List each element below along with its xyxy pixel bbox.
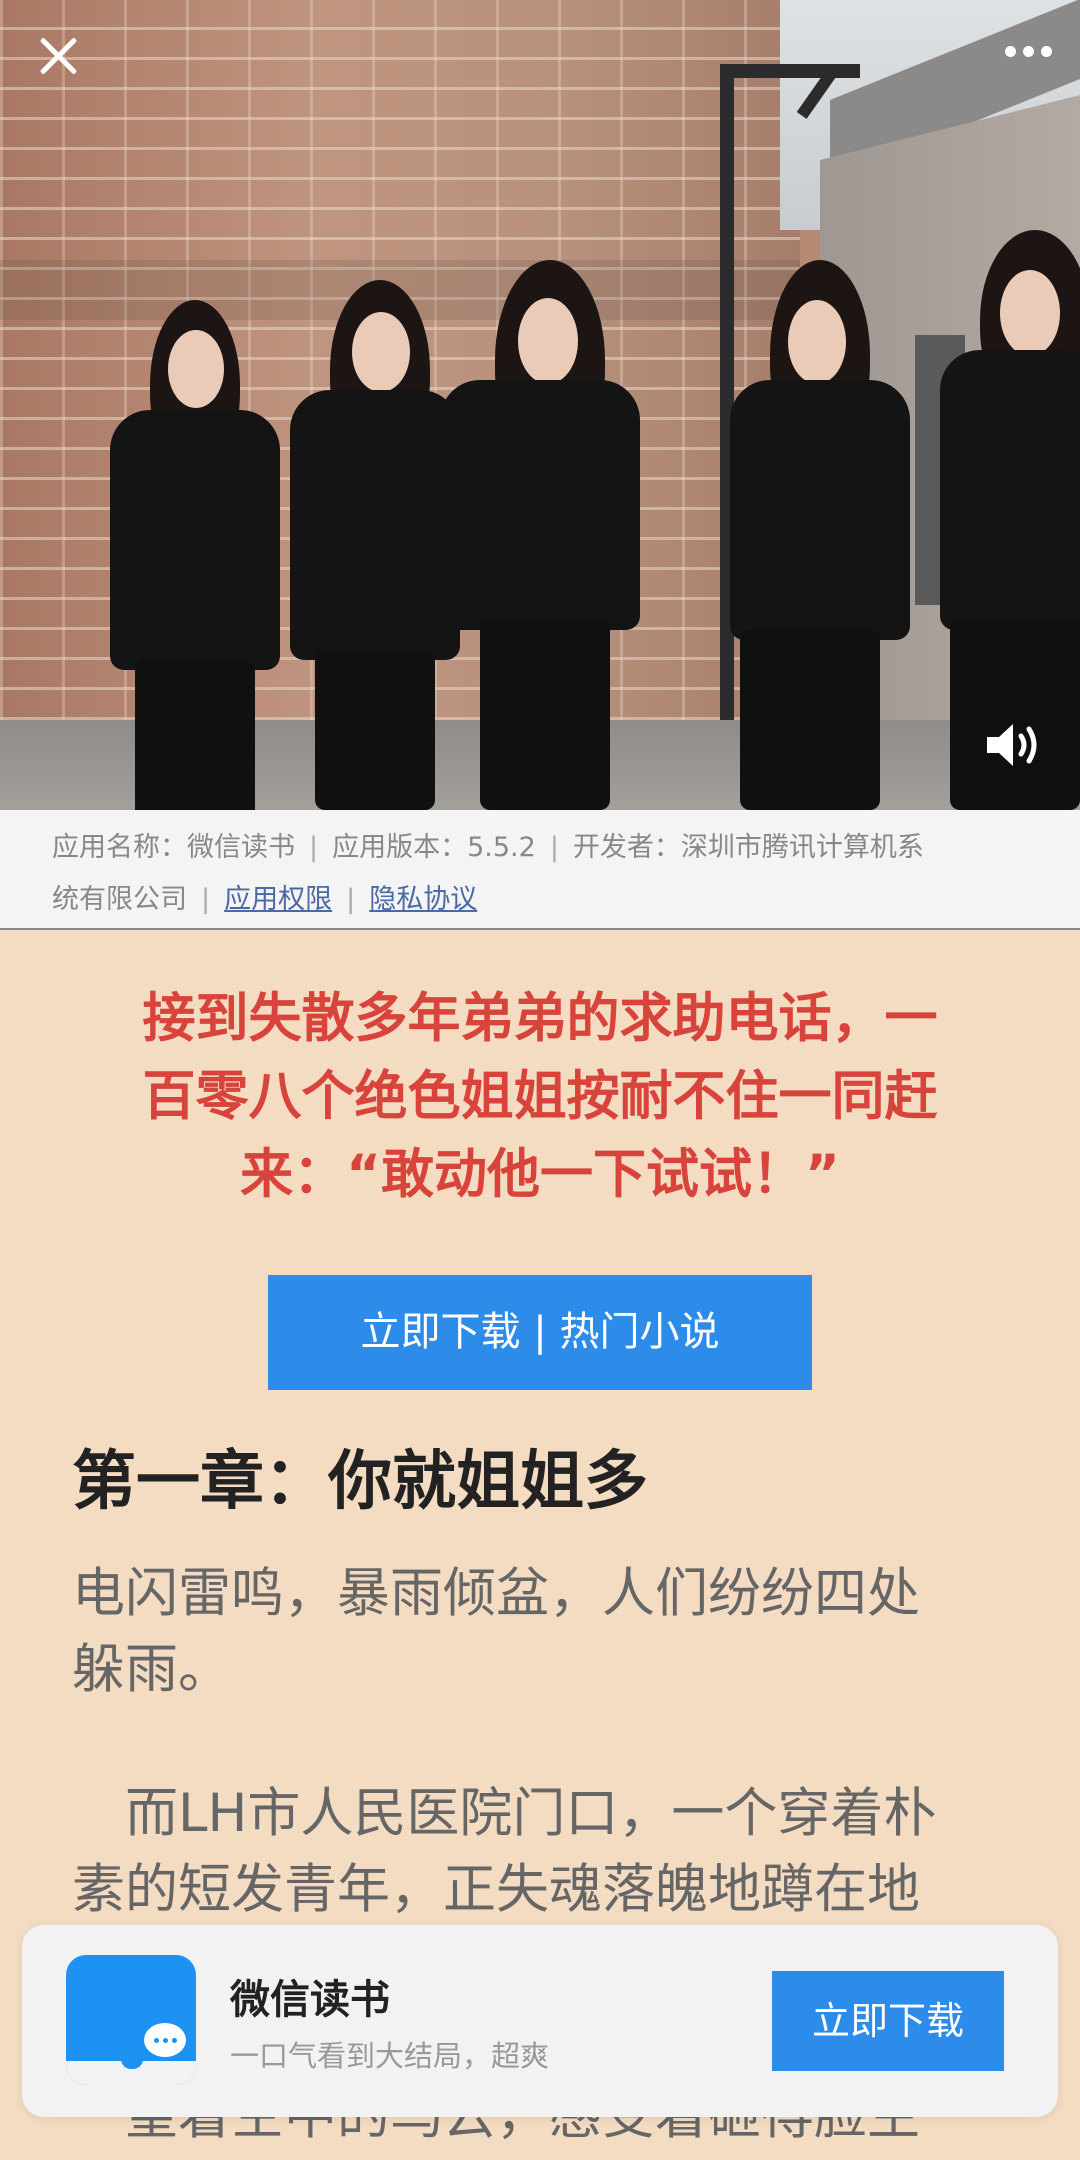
developer-text: 开发者：深圳市腾讯计算机系: [572, 832, 924, 863]
app-info-bar: 应用名称：微信读书 | 应用版本：5.5.2 | 开发者：深圳市腾讯计算机系 统有限公司…: [0, 810, 1080, 930]
paragraph-2: 而LH市人民医院门口，一个穿着朴 素的短发青年，正失魂落魄地蹲在地: [72, 1783, 937, 1920]
developer-text-cont: 统有限公司: [52, 884, 187, 915]
speaker-icon[interactable]: [985, 720, 1045, 770]
privacy-link[interactable]: 隐私协议: [369, 884, 477, 915]
close-icon[interactable]: [34, 32, 82, 80]
more-dots-icon[interactable]: [1005, 46, 1052, 57]
weread-app-icon: [66, 1955, 196, 2085]
banner-app-name: 微信读书: [230, 1977, 390, 2023]
app-version-text: 应用版本：5.5.2: [332, 832, 536, 863]
promo-headline: 接到失散多年弟弟的求助电话，一 百零八个绝色姐姐按耐不住一同赶 来：“敢动他一下…: [142, 988, 938, 1205]
permissions-link[interactable]: 应用权限: [224, 884, 332, 915]
app-name-text: 应用名称：微信读书: [52, 832, 295, 863]
paragraph-1: 电闪雷鸣，暴雨倾盆，人们纷纷四处 躲雨。: [72, 1563, 920, 1700]
app-download-banner[interactable]: 微信读书 一口气看到大结局，超爽 立即下载: [22, 1925, 1058, 2117]
chapter-title: 第一章：你就姐姐多: [72, 1445, 648, 1519]
video-player[interactable]: [0, 0, 1080, 810]
download-novel-button[interactable]: 立即下载 | 热门小说: [268, 1275, 812, 1390]
banner-download-button[interactable]: 立即下载: [772, 1971, 1004, 2071]
banner-tagline: 一口气看到大结局，超爽: [230, 2039, 550, 2073]
